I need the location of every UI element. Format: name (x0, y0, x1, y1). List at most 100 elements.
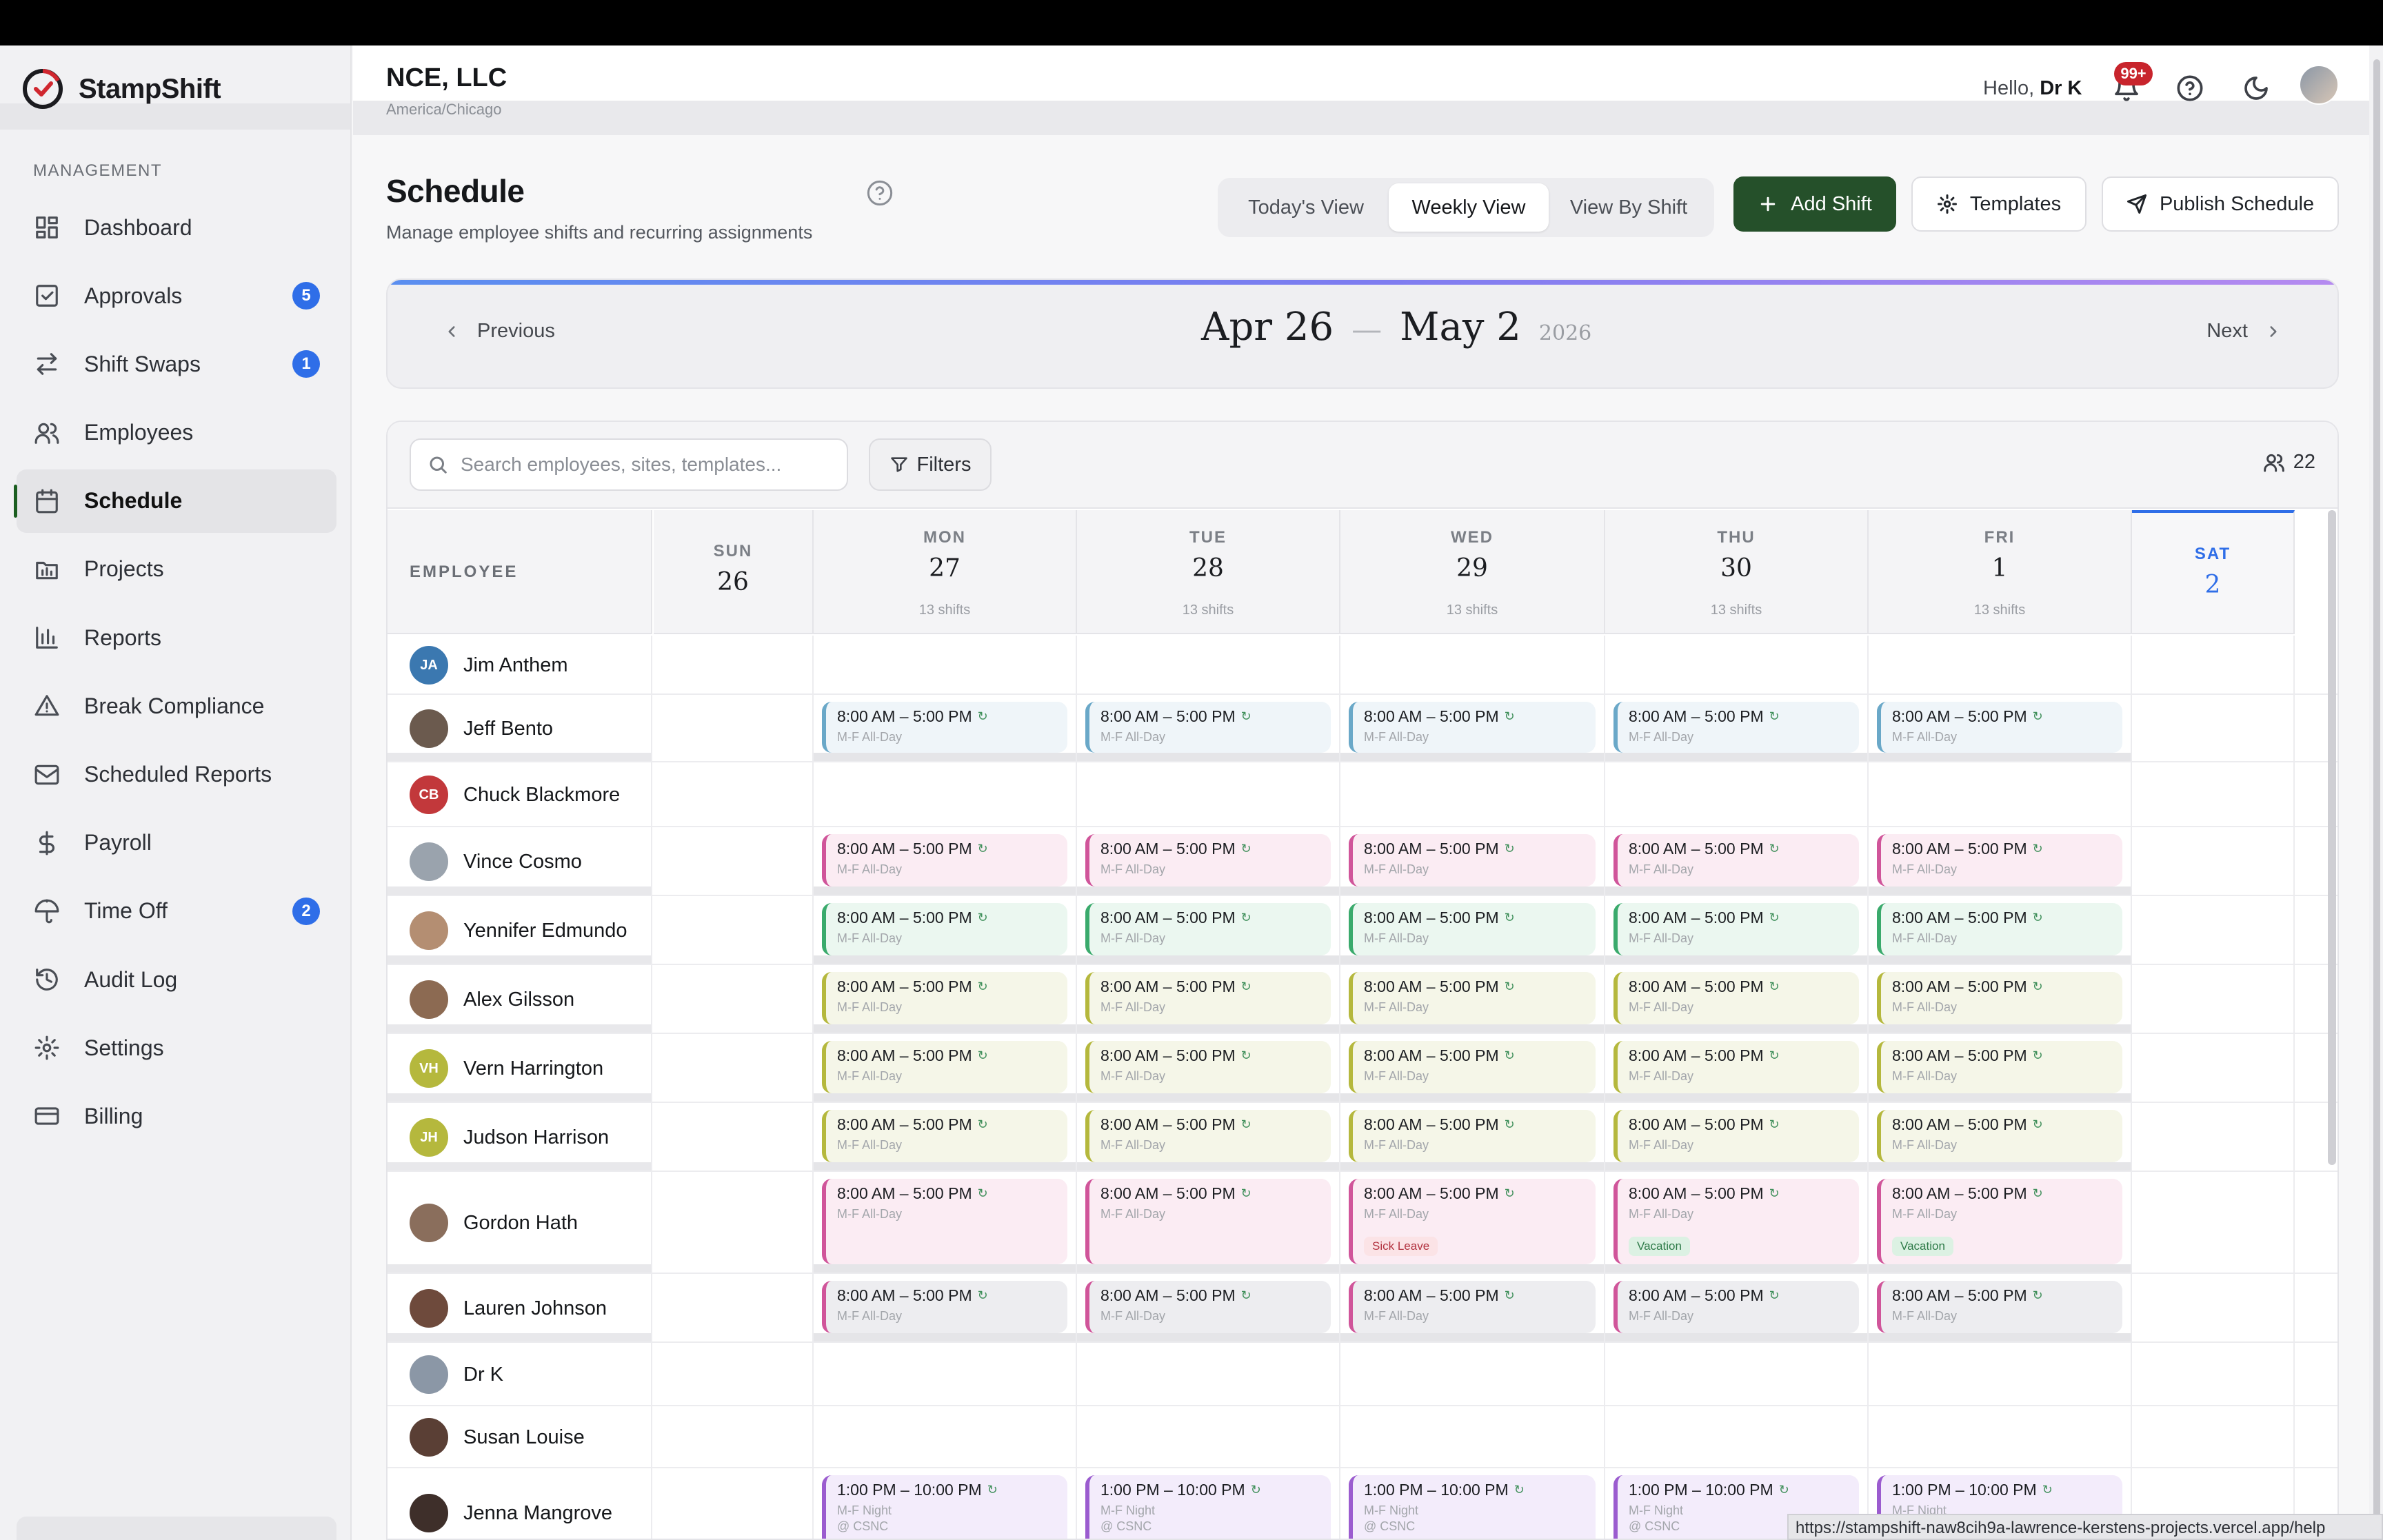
shift-card[interactable]: 8:00 AM – 5:00 PM ↻ M-F All-Day (1613, 702, 1859, 753)
shift-card[interactable]: 8:00 AM – 5:00 PM ↻ M-F All-Day (1613, 834, 1859, 886)
day-cell[interactable] (814, 762, 1077, 826)
employee-cell[interactable]: Gordon Hath (388, 1172, 652, 1273)
sidebar-footer[interactable] (17, 1517, 336, 1540)
day-cell[interactable]: 8:00 AM – 5:00 PM ↻ M-F All-Day (1605, 1034, 1869, 1102)
day-cell[interactable] (2132, 762, 2295, 826)
day-cell[interactable] (654, 1103, 814, 1171)
day-cell[interactable] (1340, 762, 1605, 826)
employee-cell[interactable]: JA Jim Anthem (388, 636, 652, 693)
day-cell[interactable] (1605, 1406, 1869, 1467)
filters-button[interactable]: Filters (869, 438, 992, 491)
day-cell[interactable] (1077, 1343, 1340, 1405)
day-cell[interactable] (654, 965, 814, 1033)
employee-cell[interactable]: VH Vern Harrington (388, 1034, 652, 1102)
day-cell[interactable]: 8:00 AM – 5:00 PM ↻ M-F All-Day (814, 1034, 1077, 1102)
day-cell[interactable]: 8:00 AM – 5:00 PM ↻ M-F All-Day Sick Leave (1340, 1172, 1605, 1273)
day-cell[interactable] (1869, 1343, 2132, 1405)
day-cell[interactable]: 8:00 AM – 5:00 PM ↻ M-F All-Day (1077, 1034, 1340, 1102)
day-cell[interactable]: 8:00 AM – 5:00 PM ↻ M-F All-Day (1077, 1172, 1340, 1273)
shift-card[interactable]: 8:00 AM – 5:00 PM ↻ M-F All-Day (822, 1110, 1067, 1162)
day-cell[interactable]: 8:00 AM – 5:00 PM ↻ M-F All-Day (1605, 896, 1869, 964)
sidebar-item-payroll[interactable]: Payroll (17, 811, 336, 875)
shift-card[interactable]: 8:00 AM – 5:00 PM ↻ M-F All-Day Vacation (1613, 1179, 1859, 1264)
day-cell[interactable] (654, 827, 814, 895)
weekly-view-button[interactable]: Weekly View (1389, 183, 1549, 232)
employee-cell[interactable]: JH Judson Harrison (388, 1103, 652, 1171)
shift-card[interactable]: 8:00 AM – 5:00 PM ↻ M-F All-Day (1349, 702, 1596, 753)
shift-card[interactable]: 8:00 AM – 5:00 PM ↻ M-F All-Day (1613, 1281, 1859, 1333)
day-header-mon[interactable]: MON 27 13 shifts (814, 510, 1077, 634)
shift-card[interactable]: 8:00 AM – 5:00 PM ↻ M-F All-Day (1085, 1041, 1331, 1093)
help-icon[interactable] (2173, 72, 2206, 105)
sidebar-item-employees[interactable]: Employees (17, 401, 336, 465)
day-cell[interactable]: 8:00 AM – 5:00 PM ↻ M-F All-Day (1077, 827, 1340, 895)
shift-card[interactable]: 8:00 AM – 5:00 PM ↻ M-F All-Day (1085, 1281, 1331, 1333)
day-cell[interactable]: 8:00 AM – 5:00 PM ↻ M-F All-Day (814, 1103, 1077, 1171)
day-cell[interactable] (1869, 762, 2132, 826)
sidebar-item-billing[interactable]: Billing (17, 1084, 336, 1148)
employee-cell[interactable]: Jeff Bento (388, 695, 652, 761)
day-cell[interactable]: 8:00 AM – 5:00 PM ↻ M-F All-Day (1605, 827, 1869, 895)
schedule-help-icon[interactable] (866, 179, 894, 207)
shift-card[interactable]: 8:00 AM – 5:00 PM ↻ M-F All-Day (1877, 972, 2122, 1024)
shift-card[interactable]: 8:00 AM – 5:00 PM ↻ M-F All-Day (1085, 702, 1331, 753)
sidebar-item-reports[interactable]: Reports (17, 606, 336, 669)
day-cell[interactable] (1077, 1406, 1340, 1467)
shift-card[interactable]: 8:00 AM – 5:00 PM ↻ M-F All-Day (1877, 702, 2122, 753)
day-cell[interactable] (654, 1274, 814, 1341)
shift-card[interactable]: 8:00 AM – 5:00 PM ↻ M-F All-Day (1349, 1281, 1596, 1333)
day-cell[interactable]: 1:00 PM – 10:00 PM ↻ M-F Night @ CSNC (1340, 1468, 1605, 1539)
shift-card[interactable]: 8:00 AM – 5:00 PM ↻ M-F All-Day (822, 903, 1067, 955)
day-cell[interactable]: 8:00 AM – 5:00 PM ↻ M-F All-Day (1340, 1274, 1605, 1341)
shift-card[interactable]: 8:00 AM – 5:00 PM ↻ M-F All-Day Vacation (1877, 1179, 2122, 1264)
day-header-wed[interactable]: WED 29 13 shifts (1340, 510, 1605, 634)
day-cell[interactable] (1340, 636, 1605, 693)
day-cell[interactable] (1340, 1343, 1605, 1405)
moon-icon[interactable] (2240, 72, 2273, 105)
shift-card[interactable]: 8:00 AM – 5:00 PM ↻ M-F All-Day (1349, 834, 1596, 886)
shift-card[interactable]: 1:00 PM – 10:00 PM ↻ M-F Night @ CSNC (1349, 1475, 1596, 1539)
shift-card[interactable]: 1:00 PM – 10:00 PM ↻ M-F Night @ CSNC (822, 1475, 1067, 1539)
sidebar-item-settings[interactable]: Settings (17, 1016, 336, 1080)
day-cell[interactable] (654, 896, 814, 964)
shift-card[interactable]: 8:00 AM – 5:00 PM ↻ M-F All-Day (1877, 1041, 2122, 1093)
todays-view-button[interactable]: Today's View (1223, 183, 1389, 232)
shift-card[interactable]: 8:00 AM – 5:00 PM ↻ M-F All-Day (1613, 903, 1859, 955)
shift-card[interactable]: 8:00 AM – 5:00 PM ↻ M-F All-Day Sick Leave (1349, 1179, 1596, 1264)
shift-card[interactable]: 8:00 AM – 5:00 PM ↻ M-F All-Day (1085, 1110, 1331, 1162)
day-header-sun[interactable]: SUN 26 (654, 510, 814, 634)
org-name[interactable]: NCE, LLC (386, 63, 507, 93)
day-cell[interactable]: 8:00 AM – 5:00 PM ↻ M-F All-Day (1340, 896, 1605, 964)
search-box[interactable] (410, 438, 848, 491)
shift-card[interactable]: 8:00 AM – 5:00 PM ↻ M-F All-Day (1349, 1110, 1596, 1162)
shift-card[interactable]: 8:00 AM – 5:00 PM ↻ M-F All-Day (822, 972, 1067, 1024)
day-cell[interactable]: 8:00 AM – 5:00 PM ↻ M-F All-Day Vacation (1605, 1172, 1869, 1273)
day-cell[interactable] (2132, 1034, 2295, 1102)
sidebar-item-dashboard[interactable]: Dashboard (17, 196, 336, 259)
shift-card[interactable]: 8:00 AM – 5:00 PM ↻ M-F All-Day (822, 1281, 1067, 1333)
day-header-fri[interactable]: FRI 1 13 shifts (1869, 510, 2132, 634)
sidebar-item-projects[interactable]: Projects (17, 538, 336, 601)
day-cell[interactable] (1340, 1406, 1605, 1467)
day-cell[interactable] (2132, 695, 2295, 761)
sidebar-item-break-compliance[interactable]: Break Compliance (17, 674, 336, 738)
grid-scrollbar[interactable] (2328, 510, 2336, 1165)
day-cell[interactable]: 8:00 AM – 5:00 PM ↻ M-F All-Day (814, 896, 1077, 964)
day-cell[interactable]: 8:00 AM – 5:00 PM ↻ M-F All-Day (814, 1274, 1077, 1341)
employee-cell[interactable]: Dr K (388, 1343, 652, 1405)
day-cell[interactable]: 8:00 AM – 5:00 PM ↻ M-F All-Day (1605, 1274, 1869, 1341)
sidebar-item-shift-swaps[interactable]: Shift Swaps 1 (17, 332, 336, 396)
day-cell[interactable] (654, 1343, 814, 1405)
day-cell[interactable]: 8:00 AM – 5:00 PM ↻ M-F All-Day (1340, 827, 1605, 895)
day-cell[interactable] (2132, 1343, 2295, 1405)
day-cell[interactable] (1605, 636, 1869, 693)
page-scrollbar[interactable] (2369, 45, 2383, 1540)
day-cell[interactable]: 8:00 AM – 5:00 PM ↻ M-F All-Day (1869, 1103, 2132, 1171)
day-cell[interactable] (654, 695, 814, 761)
day-cell[interactable]: 8:00 AM – 5:00 PM ↻ M-F All-Day (1605, 695, 1869, 761)
day-cell[interactable] (2132, 1406, 2295, 1467)
day-cell[interactable]: 8:00 AM – 5:00 PM ↻ M-F All-Day (814, 965, 1077, 1033)
day-cell[interactable] (2132, 1172, 2295, 1273)
search-input[interactable] (461, 454, 847, 476)
day-cell[interactable] (1869, 636, 2132, 693)
